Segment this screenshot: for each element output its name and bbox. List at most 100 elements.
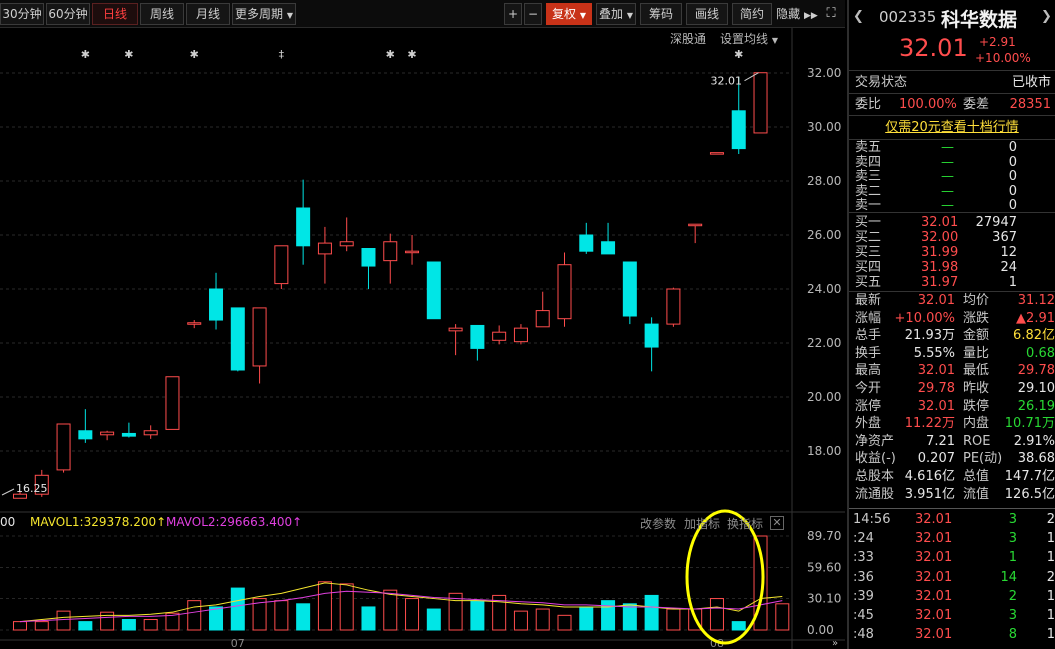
candle-body (121, 432, 136, 437)
price-tick-label: 24.00 (807, 282, 841, 296)
tick-volume: 14 (1000, 569, 1017, 585)
switch-indicator-link[interactable]: 换指标 (727, 515, 763, 532)
stat-value: 10.71万 (1004, 416, 1055, 432)
candle-body (252, 307, 267, 367)
candle-body (230, 307, 245, 371)
sell-level-label: 卖三 (855, 169, 882, 185)
divider (849, 70, 1055, 71)
period-60min-button[interactable]: 60分钟 (46, 3, 90, 25)
candle (56, 423, 71, 473)
change-params-link[interactable]: 改参数 (640, 515, 676, 532)
close-icon[interactable]: ✕ (770, 516, 784, 530)
hide-label: 隐藏 (776, 7, 801, 21)
sell-level-price: — (941, 154, 954, 170)
tick-row: :33 32.01 1 1 (849, 549, 1055, 567)
restore-rights-button[interactable]: 复权 ▼ (546, 3, 592, 25)
period-30min-button[interactable]: 30分钟 (0, 3, 44, 25)
stat-value: 126.5亿 (1004, 486, 1055, 502)
draw-line-button[interactable]: 画线 (686, 3, 728, 25)
stat-value: 3.951亿 (904, 486, 955, 502)
candle (78, 409, 93, 443)
weibi-label: 委比 (855, 97, 882, 112)
quote-panel: ❮ 002335 科华数据 ❯ 32.01 +2.91 +10.00% 交易状态… (847, 0, 1055, 649)
zoom-in-button[interactable]: + (504, 3, 522, 25)
kline-chart[interactable]: ✱ ✱ ✱ ‡ ✱ ✱ ✱ 32.00 30.00 28.00 26.00 24.00 22.00 20… (0, 28, 845, 649)
stat-label: 总值 (963, 469, 990, 484)
tick-time: 14:56 (853, 512, 891, 527)
more-periods-dropdown[interactable]: 更多周期 ▼ (232, 3, 296, 25)
simple-mode-button[interactable]: 简约 (732, 3, 772, 25)
prev-stock-icon[interactable]: ❮ (853, 9, 864, 24)
candle-body (535, 310, 550, 328)
stat-value: 0.207 (917, 451, 955, 467)
price-change: +2.91 (979, 35, 1016, 49)
candle (470, 324, 485, 361)
weicha-value: 28351 (1009, 97, 1051, 112)
next-stock-icon[interactable]: ❯ (1041, 9, 1052, 24)
stat-value: 29.10 (1017, 381, 1055, 396)
volume-bar (317, 581, 332, 631)
stat-label: 流通股 (855, 486, 895, 502)
chevron-down-icon: ▼ (626, 11, 633, 20)
candle (731, 77, 746, 154)
buy-level-row: 买三 31.99 12 (849, 245, 1055, 260)
candle-body (317, 242, 332, 255)
stat-value: ▲2.91 (1016, 310, 1055, 326)
level10-promo-link[interactable]: 仅需20元查看十档行情 (849, 119, 1055, 136)
stat-label: 流值 (963, 486, 990, 502)
stat-label: 最高 (855, 363, 882, 379)
stat-label: 换手 (855, 345, 882, 361)
period-monthly-button[interactable]: 月线 (186, 3, 230, 25)
candle (601, 222, 616, 255)
trade-status-label: 交易状态 (855, 75, 908, 90)
quote-stat-row: 最高 32.01 最低 29.78 (849, 362, 1055, 379)
add-indicator-link[interactable]: 加指标 (684, 515, 720, 532)
volume-bar (296, 603, 311, 631)
stat-label: 金额 (963, 328, 990, 344)
buy-level-label: 买二 (855, 230, 882, 245)
volume-bar (274, 600, 289, 631)
candle (121, 422, 136, 438)
sell-level-row: 卖二 — 0 (849, 184, 1055, 200)
fullscreen-icon[interactable]: ⛶ (820, 3, 842, 25)
sell-level-row: 卖四 — 0 (849, 154, 1055, 171)
price-tick-label: 28.00 (807, 174, 841, 188)
hide-button[interactable]: 隐藏 ▶▶ (775, 3, 819, 25)
stat-label: 收益(-) (855, 451, 896, 467)
zoom-out-button[interactable]: − (524, 3, 542, 25)
tick-count: 1 (1046, 588, 1055, 604)
sell-level-volume: 0 (1008, 154, 1017, 170)
event-marker-icon: ✱ (81, 48, 90, 61)
candle-body (470, 324, 485, 349)
mavol1-legend: MAVOL1:329378.200↑ (30, 515, 166, 529)
chips-button[interactable]: 筹码 (640, 3, 682, 25)
stat-label: 最新 (855, 293, 882, 308)
candle (274, 245, 289, 289)
trade-status-row: 交易状态 已收市 (849, 74, 1055, 91)
sell-level-price: — (941, 140, 954, 155)
buy-level-price: 31.99 (921, 245, 959, 260)
quote-stat-row: 涨停 32.01 跌停 26.19 (849, 398, 1055, 415)
tick-price: 32.01 (915, 531, 953, 547)
price-tick-label: 20.00 (807, 390, 841, 404)
event-marker-icon: ✱ (734, 48, 743, 61)
overlay-button[interactable]: 叠加 ▼ (596, 3, 636, 25)
chevron-down-icon: ▼ (286, 11, 293, 20)
volume-bar (78, 621, 93, 631)
volume-bar (775, 603, 790, 631)
buy-level-price: 32.01 (921, 215, 959, 230)
tick-row: :36 32.01 14 2 (849, 569, 1055, 587)
stat-label: ROE (963, 433, 991, 449)
stat-value: 5.55% (913, 345, 955, 361)
candle-body (644, 323, 659, 348)
stat-label: 均价 (963, 293, 990, 308)
period-weekly-button[interactable]: 周线 (140, 3, 184, 25)
stat-value: 147.7亿 (1004, 469, 1055, 484)
tick-price: 32.01 (915, 550, 953, 566)
stat-value: 32.01 (917, 363, 955, 379)
volume-bar (230, 587, 245, 631)
stat-value: +10.00% (894, 310, 955, 326)
candle-body (579, 234, 594, 252)
period-daily-button[interactable]: 日线 (92, 3, 138, 25)
tick-count: 1 (1046, 608, 1055, 623)
